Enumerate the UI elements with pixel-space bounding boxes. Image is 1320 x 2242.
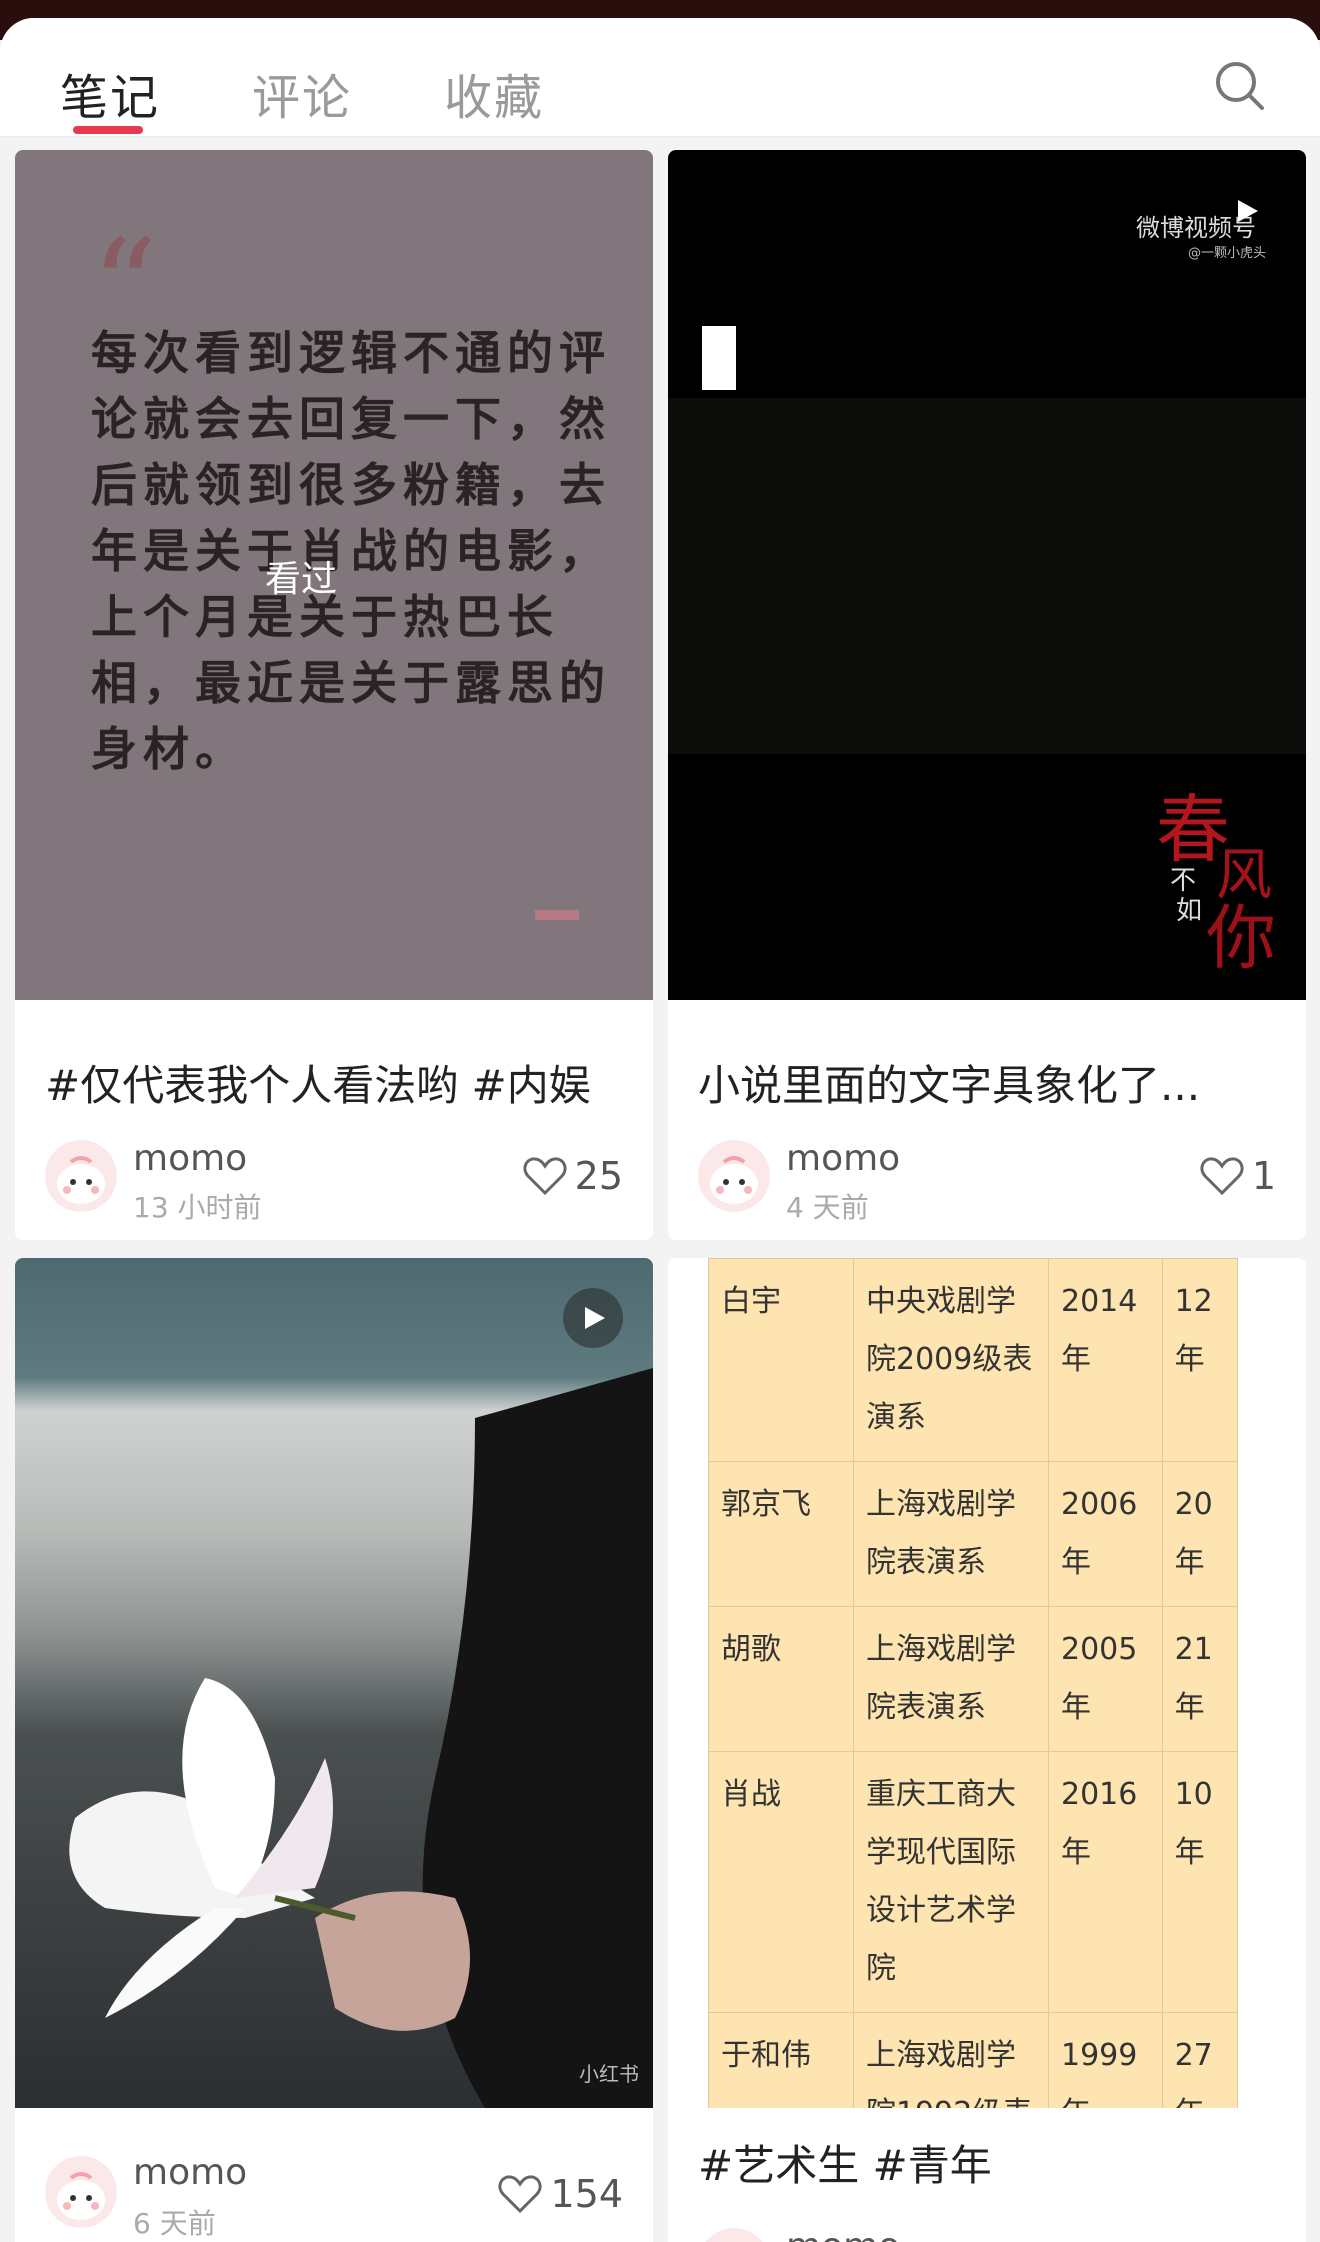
like-count: 154 bbox=[550, 2172, 623, 2216]
seen-overlay: 看过 bbox=[265, 559, 338, 600]
note-cover-image[interactable]: “ 每次看到逻辑不通的评论就会去回复一下，然后就领到很多粉籍，去年是关于肖战的电… bbox=[15, 150, 653, 1000]
note-card[interactable]: 白宇 中央戏剧学院2009级表演系 2014年 12年 郭京飞 上海戏剧学院表演… bbox=[668, 1258, 1306, 2242]
table-row: 白宇 中央戏剧学院2009级表演系 2014年 12年 bbox=[708, 1258, 1239, 1462]
avatar-cat-icon bbox=[710, 1156, 758, 1204]
table-row: 胡歌 上海戏剧学院表演系 2005年 21年 bbox=[708, 1606, 1239, 1752]
table-cell: 肖战 bbox=[708, 1751, 854, 2013]
tab-bar: 笔记 评论 收藏 bbox=[0, 18, 1320, 137]
calligraphy-logo: 春 风 不 如 你 bbox=[1156, 787, 1276, 979]
author-name[interactable]: momo bbox=[786, 2226, 900, 2242]
flower-hand-illustration bbox=[69, 1368, 653, 2108]
author-name[interactable]: momo bbox=[786, 1138, 900, 1179]
table-cell: 白宇 bbox=[708, 1258, 854, 1462]
author-name[interactable]: momo bbox=[133, 1138, 247, 1179]
avatar-cat-icon bbox=[57, 2172, 105, 2220]
tab-notes[interactable]: 笔记 bbox=[60, 58, 160, 128]
table-cell: 1999年 bbox=[1048, 2012, 1163, 2108]
profile-notes-sheet: 笔记 评论 收藏 “ 每次看到逻辑不通的评论就会去回复一下，然后就领到很多粉籍，… bbox=[0, 18, 1320, 2242]
author-name[interactable]: momo bbox=[133, 2152, 247, 2193]
like-count: 25 bbox=[574, 1154, 623, 1198]
table-cell: 上海戏剧学院1992级表 bbox=[853, 2012, 1049, 2108]
active-tab-indicator bbox=[73, 126, 143, 134]
search-icon bbox=[1216, 62, 1264, 110]
table-row: 肖战 重庆工商大学现代国际设计艺术学院 2016年 10年 bbox=[708, 1751, 1239, 2013]
like-button[interactable]: 1 bbox=[1200, 1154, 1276, 1198]
table-cell: 中央戏剧学院2009级表演系 bbox=[853, 1258, 1049, 1462]
table-cell: 上海戏剧学院表演系 bbox=[853, 1461, 1049, 1607]
avatar[interactable] bbox=[698, 2228, 770, 2242]
avatar[interactable] bbox=[698, 1140, 770, 1212]
table-cell: 10年 bbox=[1161, 1751, 1239, 2013]
note-title[interactable]: 小说里面的文字具象化了... bbox=[698, 1052, 1200, 1113]
actor-table: 白宇 中央戏剧学院2009级表演系 2014年 12年 郭京飞 上海戏剧学院表演… bbox=[708, 1258, 1239, 2108]
table-cell: 2006年 bbox=[1048, 1461, 1163, 1607]
avatar[interactable] bbox=[45, 2156, 117, 2228]
post-time: 4 天前 bbox=[786, 1191, 869, 1224]
table-cell: 21年 bbox=[1161, 1606, 1239, 1752]
table-cell: 2016年 bbox=[1048, 1751, 1163, 2013]
like-button[interactable]: 154 bbox=[498, 2172, 623, 2216]
table-cell: 27年 bbox=[1161, 2012, 1239, 2108]
post-time: 6 天前 bbox=[133, 2207, 216, 2240]
tab-comments[interactable]: 评论 bbox=[252, 58, 352, 128]
heart-icon bbox=[523, 1157, 567, 1196]
xiaohongshu-watermark: 小红书 bbox=[579, 2062, 639, 2086]
note-title[interactable]: #仅代表我个人看法哟 #内娱 bbox=[45, 1052, 591, 1113]
table-row: 于和伟 上海戏剧学院1992级表 1999年 27年 bbox=[708, 2012, 1239, 2108]
note-card[interactable]: 小红书 momo 6 天前 154 bbox=[15, 1258, 653, 2242]
table-cell: 郭京飞 bbox=[708, 1461, 854, 1607]
video-caption-block bbox=[702, 326, 736, 390]
video-frame-band bbox=[668, 398, 1306, 754]
table-row: 郭京飞 上海戏剧学院表演系 2006年 20年 bbox=[708, 1461, 1239, 1607]
play-icon bbox=[585, 1307, 605, 1329]
table-cell: 2005年 bbox=[1048, 1606, 1163, 1752]
post-time: 13 小时前 bbox=[133, 1191, 262, 1224]
table-cell: 于和伟 bbox=[708, 2012, 854, 2108]
table-cell: 胡歌 bbox=[708, 1606, 854, 1752]
note-cover-table-image[interactable]: 白宇 中央戏剧学院2009级表演系 2014年 12年 郭京飞 上海戏剧学院表演… bbox=[668, 1258, 1306, 2108]
table-cell: 上海戏剧学院表演系 bbox=[853, 1606, 1049, 1752]
note-title[interactable]: #艺术生 #青年 bbox=[698, 2132, 992, 2193]
like-count: 1 bbox=[1251, 1154, 1276, 1198]
like-button[interactable]: 25 bbox=[523, 1154, 623, 1198]
tab-favorites[interactable]: 收藏 bbox=[444, 58, 544, 128]
table-cell: 12年 bbox=[1161, 1258, 1239, 1462]
heart-icon bbox=[498, 2175, 542, 2214]
cover-quote-text: 每次看到逻辑不通的评论就会去回复一下，然后就领到很多粉籍，去年是关于肖战的电影，… bbox=[91, 326, 611, 776]
avatar-cat-icon bbox=[57, 1156, 105, 1204]
note-cover-video[interactable]: 微博视频号 @一颗小虎头 春 风 不 如 你 bbox=[668, 150, 1306, 1000]
play-icon bbox=[1238, 200, 1258, 222]
table-cell: 重庆工商大学现代国际设计艺术学院 bbox=[853, 1751, 1049, 2013]
note-card[interactable]: “ 每次看到逻辑不通的评论就会去回复一下，然后就领到很多粉籍，去年是关于肖战的电… bbox=[15, 150, 653, 1240]
note-card[interactable]: 微博视频号 @一颗小虎头 春 风 不 如 你 小说里面的文字具象化了... mo… bbox=[668, 150, 1306, 1240]
avatar-cat-icon bbox=[698, 2228, 770, 2242]
table-cell: 20年 bbox=[1161, 1461, 1239, 1607]
decorative-dash bbox=[535, 910, 579, 920]
note-cover-video[interactable]: 小红书 bbox=[15, 1258, 653, 2108]
table-cell: 2014年 bbox=[1048, 1258, 1163, 1462]
avatar[interactable] bbox=[45, 1140, 117, 1212]
heart-icon bbox=[1200, 1157, 1244, 1196]
weibo-watermark-sub: @一颗小虎头 bbox=[1188, 246, 1267, 261]
search-button[interactable] bbox=[1212, 58, 1272, 118]
play-button[interactable] bbox=[563, 1288, 623, 1348]
